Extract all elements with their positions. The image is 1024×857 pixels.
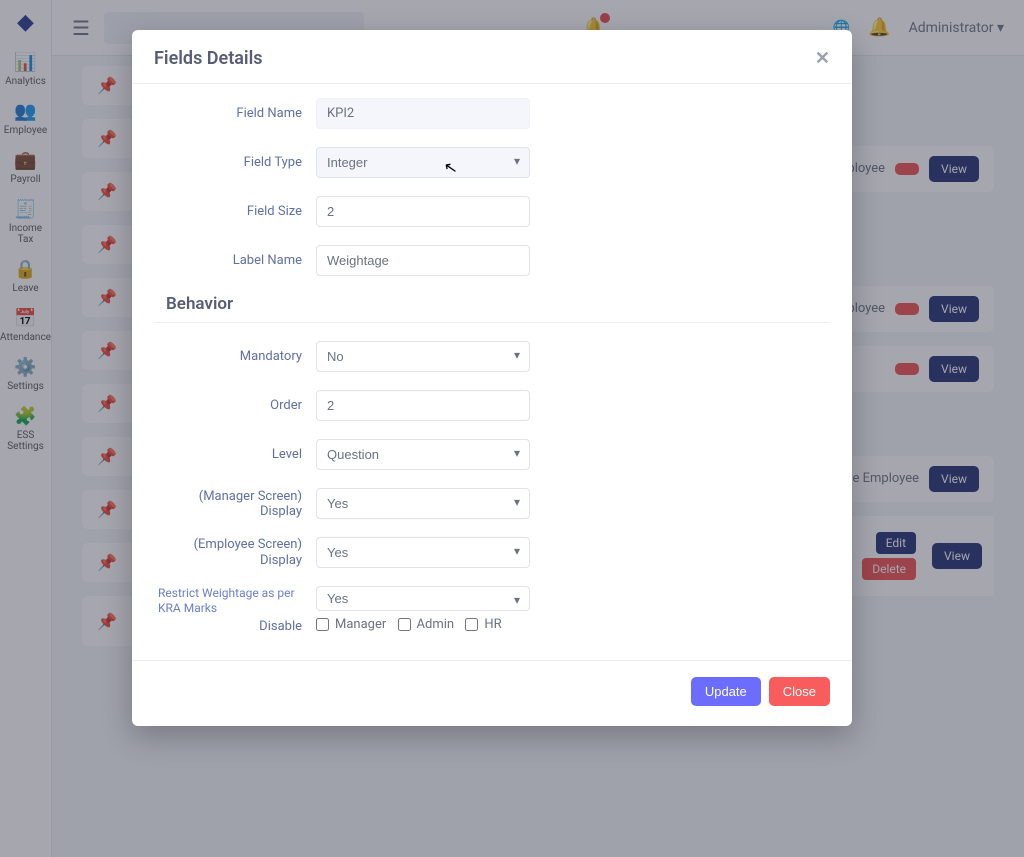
- field-size-label: Field Size: [154, 204, 302, 219]
- field-name-label: Field Name: [154, 106, 302, 121]
- behavior-section-title: Behavior: [166, 294, 830, 314]
- admin-checkbox-label: Admin: [417, 617, 455, 632]
- admin-checkbox[interactable]: [398, 618, 411, 631]
- section-divider: [154, 322, 830, 323]
- field-type-select[interactable]: Integer: [316, 147, 530, 178]
- field-size-input[interactable]: [316, 196, 530, 227]
- hr-checkbox[interactable]: [465, 618, 478, 631]
- employee-display-label: (Employee Screen) Display: [154, 537, 302, 568]
- employee-display-select[interactable]: Yes: [316, 537, 530, 568]
- label-name-label: Label Name: [154, 253, 302, 268]
- restrict-select[interactable]: Yes: [316, 586, 530, 611]
- field-name-value: KPI2: [316, 98, 530, 129]
- label-name-input[interactable]: [316, 245, 530, 276]
- level-select[interactable]: Question: [316, 439, 530, 470]
- hr-checkbox-label: HR: [484, 617, 501, 632]
- mandatory-select[interactable]: No: [316, 341, 530, 372]
- manager-display-label: (Manager Screen) Display: [154, 489, 302, 519]
- close-button[interactable]: Close: [769, 677, 830, 706]
- close-icon[interactable]: ✕: [815, 48, 830, 69]
- order-input[interactable]: [316, 390, 530, 421]
- modal-title: Fields Details: [154, 48, 263, 69]
- manager-checkbox-label: Manager: [335, 617, 386, 632]
- manager-display-select[interactable]: Yes: [316, 488, 530, 519]
- mandatory-label: Mandatory: [154, 349, 302, 364]
- field-type-label: Field Type: [154, 155, 302, 170]
- manager-checkbox[interactable]: [316, 618, 329, 631]
- order-label: Order: [154, 398, 302, 413]
- level-label: Level: [154, 447, 302, 462]
- restrict-label: Restrict Weightage as per KRA Marks: [154, 586, 302, 615]
- update-button[interactable]: Update: [691, 677, 761, 706]
- fields-details-modal: Fields Details ✕ Field Name KPI2 Field T…: [132, 30, 852, 726]
- disable-label: Disable: [154, 619, 302, 634]
